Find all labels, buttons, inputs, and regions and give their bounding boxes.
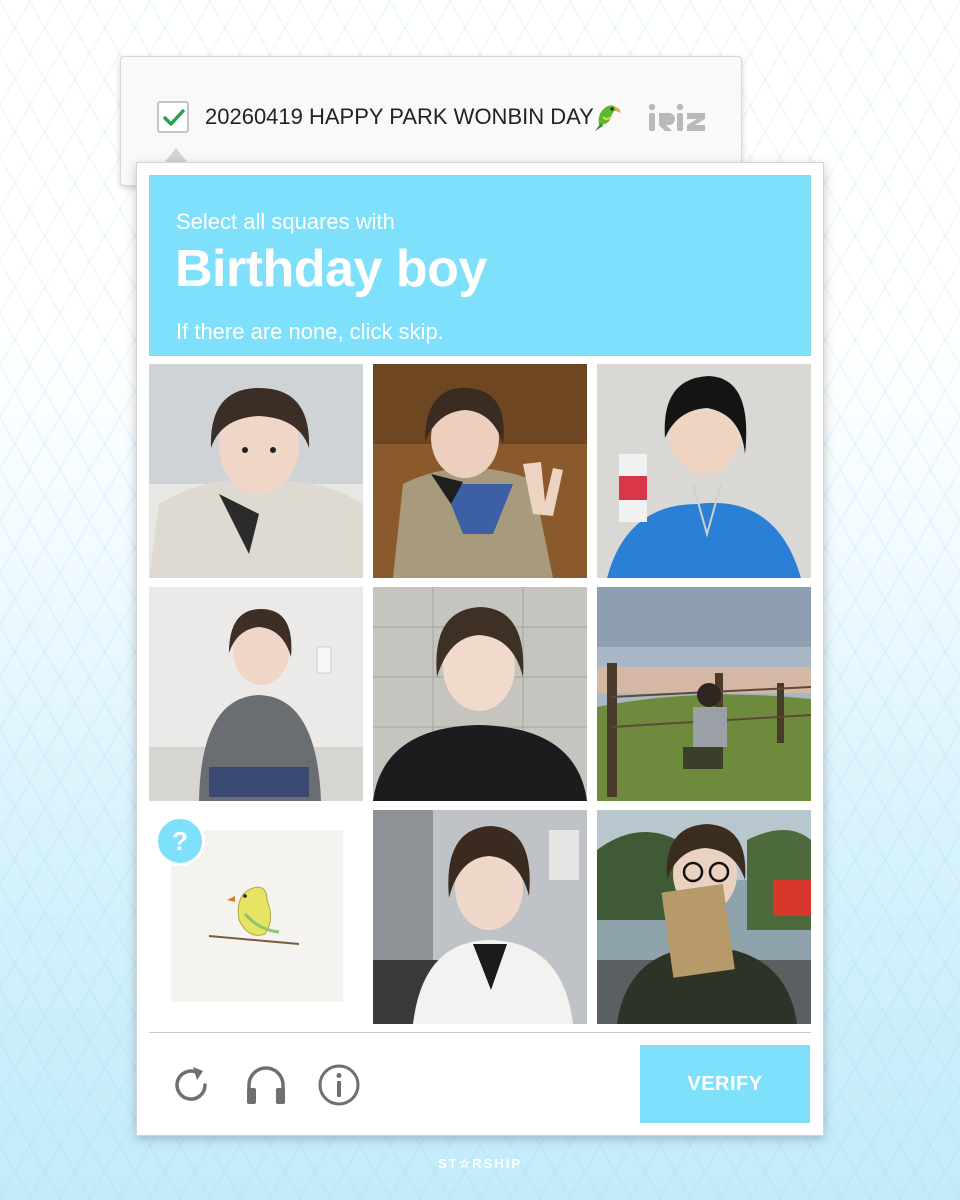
parrot-icon: [595, 105, 621, 131]
image-tile-6[interactable]: [597, 587, 811, 801]
starship-logo: ST☆RSHIP: [438, 1156, 522, 1171]
image-tile-8[interactable]: [373, 810, 587, 1024]
popup-pointer: [164, 148, 188, 163]
photo-black-jacket-portrait: [373, 587, 587, 801]
photo-hillside-fence-sky: [597, 587, 811, 801]
image-tile-2[interactable]: [373, 364, 587, 578]
photo-selfie-peace-sign: [373, 364, 587, 578]
info-icon[interactable]: [315, 1061, 363, 1109]
instruction-prefix: Select all squares with: [176, 209, 395, 234]
photo-drinking-juice-box: [597, 364, 811, 578]
headphones-icon[interactable]: [242, 1061, 290, 1109]
verify-button[interactable]: VERIFY: [640, 1045, 810, 1123]
photo-selfie-light-jacket: [149, 364, 363, 578]
unknown-badge: ?: [155, 816, 205, 866]
image-tile-5[interactable]: [373, 587, 587, 801]
skip-note: If there are none, click skip.: [176, 319, 444, 344]
image-tile-1[interactable]: [149, 364, 363, 578]
footer-divider: [149, 1032, 811, 1033]
checkmark-icon: [163, 109, 185, 126]
photo-glasses-holding-envelope: [597, 810, 811, 1024]
riize-logo-icon: [648, 103, 705, 131]
challenge-panel: Select all squares with Birthday boy If …: [136, 162, 824, 1136]
image-tile-9[interactable]: [597, 810, 811, 1024]
anchor-title: 20260419 HAPPY PARK WONBIN DAY: [205, 104, 594, 129]
image-tile-4[interactable]: [149, 587, 363, 801]
photo-crouching-grey-sweater: [149, 587, 363, 801]
image-tile-3[interactable]: [597, 364, 811, 578]
challenge-header: Select all squares with Birthday boy If …: [149, 175, 811, 356]
photo-white-coat-portrait: [373, 810, 587, 1024]
target-label: Birthday boy: [175, 240, 487, 298]
image-grid: ?: [149, 364, 811, 1024]
image-tile-7[interactable]: ?: [149, 810, 363, 1024]
reload-icon[interactable]: [167, 1061, 215, 1109]
captcha-checkbox[interactable]: [157, 101, 189, 133]
